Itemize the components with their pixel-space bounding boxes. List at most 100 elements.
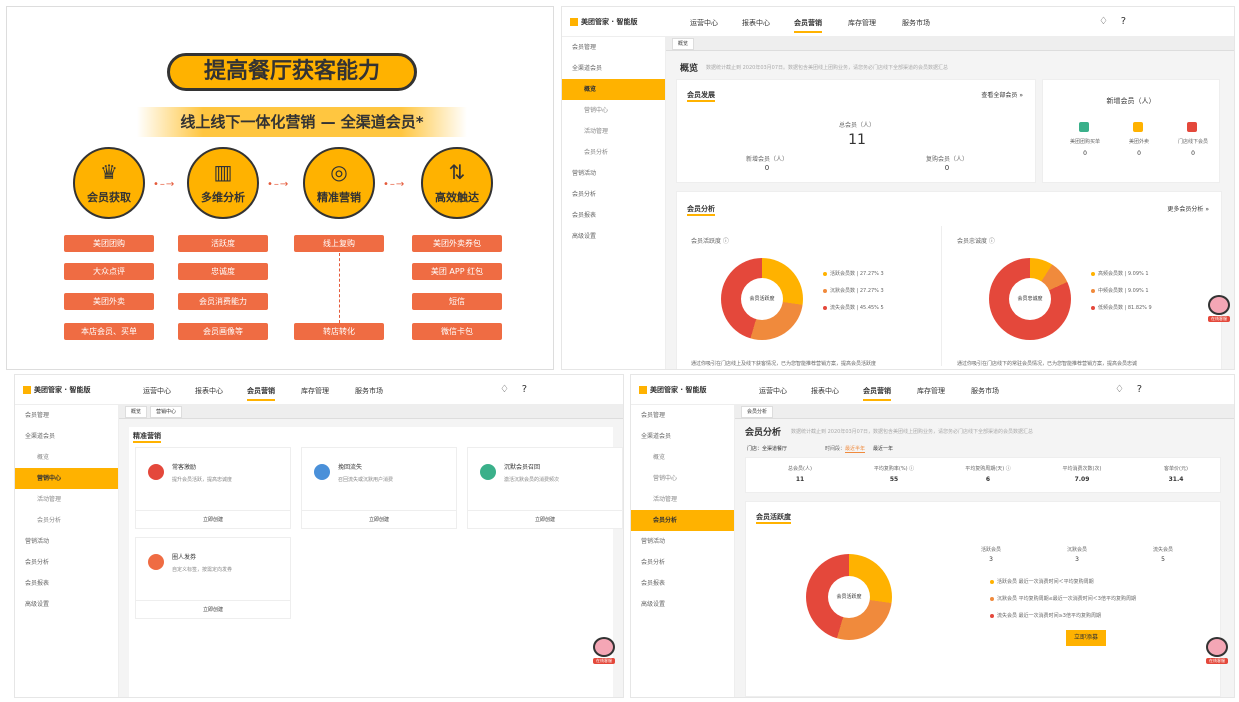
sidebar-item[interactable]: 活动管理 xyxy=(15,489,118,510)
stat-value: 11 xyxy=(795,476,805,483)
nav-item[interactable]: 报表中心 xyxy=(742,18,770,28)
range-half-year[interactable]: 最近半年 xyxy=(845,445,866,453)
tab-marketing-center[interactable]: 营销中心 xyxy=(150,406,183,418)
strategy-tile[interactable]: 常客激励 提升会员活跃，提高忠诚度 立即创建 xyxy=(135,447,291,529)
sidebar-item[interactable]: 概览 xyxy=(15,447,118,468)
poster-title: 提高餐厅获客能力 xyxy=(167,53,417,91)
sidebar-item[interactable]: 会员分析 xyxy=(15,552,118,573)
nav-item[interactable]: 运营中心 xyxy=(143,386,171,396)
sidebar-item[interactable]: 会员分析 xyxy=(15,510,118,531)
sidebar-item[interactable]: 会员管理 xyxy=(562,37,665,58)
loyalty-donut: 会员忠诚度 xyxy=(989,258,1071,340)
sidebar-item[interactable]: 会员分析 xyxy=(631,552,734,573)
poster-item: 微信卡包 xyxy=(412,323,502,340)
legend-label: 流失会员数 | 45.45% 5 xyxy=(830,305,884,311)
mascot-label: 在线客服 xyxy=(1208,316,1230,322)
poster-circle: ▥ 多维分析 xyxy=(187,147,259,219)
sidebar-item[interactable]: 会员报表 xyxy=(562,205,665,226)
app-logo: 美团管家 · 智能版 xyxy=(639,385,707,395)
nav-item[interactable]: 会员营销 xyxy=(863,386,891,401)
sidebar-item[interactable]: 高级设置 xyxy=(15,594,118,615)
nav-item[interactable]: 报表中心 xyxy=(811,386,839,396)
sidebar-item[interactable]: 会员分析 xyxy=(562,184,665,205)
legend-dot xyxy=(990,596,994,601)
poster-circle-label: 多维分析 xyxy=(201,191,245,204)
tab-overview[interactable]: 概览 xyxy=(672,38,695,50)
strategy-tile[interactable]: 圈人发券 自定义标签，按需定向发券 立即创建 xyxy=(135,537,291,619)
sidebar-item[interactable]: 高级设置 xyxy=(631,594,734,615)
sidebar-item[interactable]: 概览 xyxy=(631,447,734,468)
poster-item: 美团外卖券包 xyxy=(412,235,502,252)
member-analysis-card: 会员分析 更多会员分析 » 会员活跃度 ⓘ 会员活跃度 活跃会员数 | 27.2… xyxy=(676,191,1222,369)
bell-icon[interactable]: ♢ xyxy=(1115,384,1124,395)
sidebar-item[interactable]: 会员报表 xyxy=(15,573,118,594)
sidebar-item[interactable]: 全渠道会员 xyxy=(562,58,665,79)
activity-title: 会员活跃度 ⓘ xyxy=(691,238,729,245)
strategy-tile[interactable]: 沉默会员召回 激活沉默会员的消费频次 立即创建 xyxy=(467,447,623,529)
sidebar-item[interactable]: 全渠道会员 xyxy=(631,426,734,447)
sidebar-item[interactable]: 营销中心 xyxy=(15,468,118,489)
strategy-tile[interactable]: 挽回流失 召回流失或沉默用户消费 立即创建 xyxy=(301,447,457,529)
app-logo: 美团管家 · 智能版 xyxy=(23,385,91,395)
main-content: 会员分析 会员分析 数据统计截止到 2020年03月07日，数据包含美团线上团购… xyxy=(735,405,1234,697)
nav-item[interactable]: 运营中心 xyxy=(690,18,718,28)
sidebar-item[interactable]: 营销中心 xyxy=(562,100,665,121)
nav-item[interactable]: 服务市场 xyxy=(355,386,383,396)
nav-item[interactable]: 会员营销 xyxy=(794,18,822,33)
sidebar-item[interactable]: 全渠道会员 xyxy=(15,426,118,447)
poster-circle: ♛ 会员获取 xyxy=(73,147,145,219)
nav-item[interactable]: 库存管理 xyxy=(917,386,945,396)
sidebar-item[interactable]: 活动管理 xyxy=(562,121,665,142)
reach-icon: ⇅ xyxy=(448,160,466,184)
sidebar-item[interactable]: 活动管理 xyxy=(631,489,734,510)
tab-member-analysis[interactable]: 会员分析 xyxy=(741,406,774,418)
nav-item[interactable]: 库存管理 xyxy=(848,18,876,28)
nav-item[interactable]: 运营中心 xyxy=(759,386,787,396)
stat-value: 6 xyxy=(985,476,991,483)
cta-button[interactable]: 立即添募 xyxy=(1066,630,1106,646)
help-icon[interactable]: ? xyxy=(1137,384,1142,395)
nav-item[interactable]: 库存管理 xyxy=(301,386,329,396)
new-value: 0 xyxy=(764,164,770,172)
mascot-support[interactable]: 在线客服 xyxy=(593,637,615,667)
sidebar-item[interactable]: 概览 xyxy=(562,79,665,100)
nav-item[interactable]: 会员营销 xyxy=(247,386,275,401)
mascot-support[interactable]: 在线客服 xyxy=(1208,295,1230,325)
more-analysis-link[interactable]: 更多会员分析 » xyxy=(1167,204,1209,213)
sidebar-item[interactable]: 会员报表 xyxy=(631,573,734,594)
sidebar-item[interactable]: 高级设置 xyxy=(562,226,665,247)
range-one-year[interactable]: 最近一年 xyxy=(873,445,893,452)
sidebar-item[interactable]: 会员分析 xyxy=(562,142,665,163)
sidebar-item[interactable]: 营销中心 xyxy=(631,468,734,489)
member-development-card: 会员发展 查看全部会员 » 总会员（人） 11 新增会员（人） 0 复购会员（人… xyxy=(676,79,1036,183)
activity-center: 会员活跃度 xyxy=(828,576,870,618)
bell-icon[interactable]: ♢ xyxy=(1099,16,1108,27)
sidebar-item[interactable]: 会员分析 xyxy=(631,510,734,531)
create-button[interactable]: 立即创建 xyxy=(302,510,456,528)
nav-item[interactable]: 报表中心 xyxy=(195,386,223,396)
sidebar-item[interactable]: 会员管理 xyxy=(15,405,118,426)
sidebar-item[interactable]: 会员管理 xyxy=(631,405,734,426)
marketing-title: 精准营销 xyxy=(133,431,161,443)
bell-icon[interactable]: ♢ xyxy=(500,384,509,395)
tab-overview[interactable]: 概览 xyxy=(125,406,148,418)
nav-item[interactable]: 服务市场 xyxy=(971,386,999,396)
help-icon[interactable]: ? xyxy=(1121,16,1126,27)
sidebar-item[interactable]: 营销活动 xyxy=(15,531,118,552)
sidebar-item[interactable]: 营销活动 xyxy=(562,163,665,184)
mascot-support[interactable]: 在线客服 xyxy=(1206,637,1228,667)
create-button[interactable]: 立即创建 xyxy=(136,600,290,618)
help-icon[interactable]: ? xyxy=(522,384,527,395)
page-desc: 数据统计截止到 2020年03月07日。数据包含美团线上团购业务，请您务必门店线… xyxy=(706,65,949,71)
view-all-link[interactable]: 查看全部会员 » xyxy=(981,90,1023,99)
create-button[interactable]: 立即创建 xyxy=(136,510,290,528)
app-logo: 美团管家 · 智能版 xyxy=(570,17,638,27)
legend-item: 活跃会员 最近一次消费时间＜平均复购周期 xyxy=(990,578,1136,585)
arrow-icon: •–→ xyxy=(153,179,176,190)
nav-item[interactable]: 服务市场 xyxy=(902,18,930,28)
sidebar-item[interactable]: 营销活动 xyxy=(631,531,734,552)
divider xyxy=(941,226,942,366)
new-card-title: 新增会员（人） xyxy=(1106,97,1156,105)
create-button[interactable]: 立即创建 xyxy=(468,510,622,528)
main-content: 概览 概览 数据统计截止到 2020年03月07日。数据包含美团线上团购业务，请… xyxy=(666,37,1234,369)
